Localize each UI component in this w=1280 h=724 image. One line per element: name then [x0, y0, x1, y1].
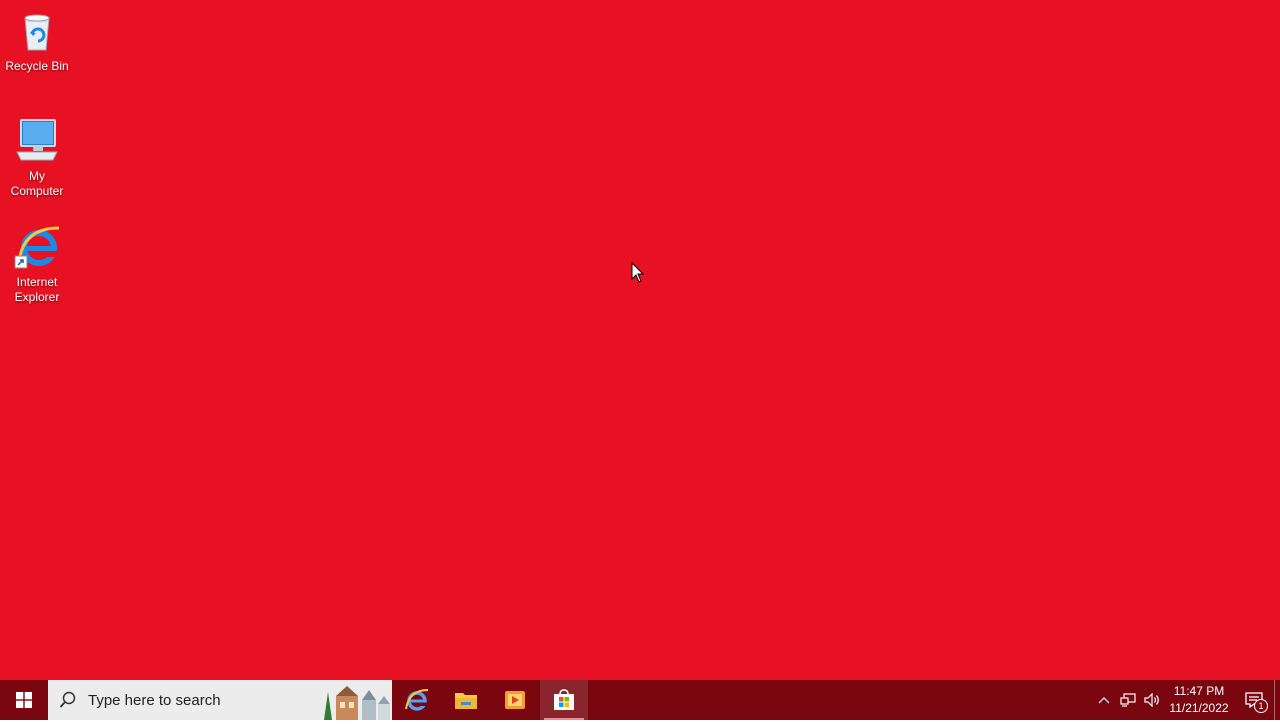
network-icon [1120, 693, 1136, 707]
clock[interactable]: 11:47 PM 11/21/2022 [1164, 680, 1234, 720]
file-explorer-icon [455, 693, 477, 709]
desktop-icon-label: My Computer [10, 169, 64, 198]
action-center-button[interactable]: 1 [1234, 680, 1274, 720]
clock-date: 11/21/2022 [1169, 701, 1229, 715]
volume-icon [1144, 693, 1159, 707]
volume-button[interactable] [1140, 680, 1164, 720]
computer-icon [13, 116, 61, 164]
show-hidden-icons-button[interactable] [1092, 680, 1116, 720]
clock-time: 11:47 PM [1173, 684, 1225, 698]
desktop-icon-recycle-bin[interactable]: Recycle Bin [2, 6, 72, 74]
taskbar: Type here to search 11:47 PM 11/21/2022 … [0, 680, 1280, 720]
show-desktop-button[interactable] [1274, 680, 1280, 720]
network-button[interactable] [1116, 680, 1140, 720]
taskbar-app-internet-explorer[interactable] [393, 680, 441, 720]
desktop-icon-label: Internet Explorer [14, 275, 60, 304]
windows-logo-icon [16, 692, 32, 708]
taskbar-app-microsoft-store[interactable] [540, 680, 588, 720]
search-highlight-illustration [314, 682, 392, 720]
desktop-icon-internet-explorer[interactable]: Internet Explorer [2, 222, 72, 305]
desktop-icon-my-computer[interactable]: My Computer [2, 116, 72, 199]
chevron-up-icon [1098, 697, 1110, 704]
microsoft-store-icon [554, 689, 574, 710]
desktop-icon-label: Recycle Bin [5, 59, 69, 73]
internet-explorer-icon [13, 222, 61, 270]
search-icon [48, 680, 88, 720]
desktop[interactable]: Recycle Bin My Computer Internet Explore [0, 0, 1280, 680]
internet-explorer-icon [405, 689, 429, 711]
search-box[interactable]: Type here to search [48, 680, 392, 720]
taskbar-app-media-player[interactable] [491, 680, 539, 720]
system-tray: 11:47 PM 11/21/2022 1 [1092, 680, 1280, 720]
start-button[interactable] [0, 680, 48, 720]
recycle-bin-icon [13, 6, 61, 54]
notification-count-badge: 1 [1254, 699, 1268, 713]
mouse-cursor-icon [631, 261, 645, 284]
media-player-icon [505, 691, 525, 709]
taskbar-app-file-explorer[interactable] [442, 680, 490, 720]
